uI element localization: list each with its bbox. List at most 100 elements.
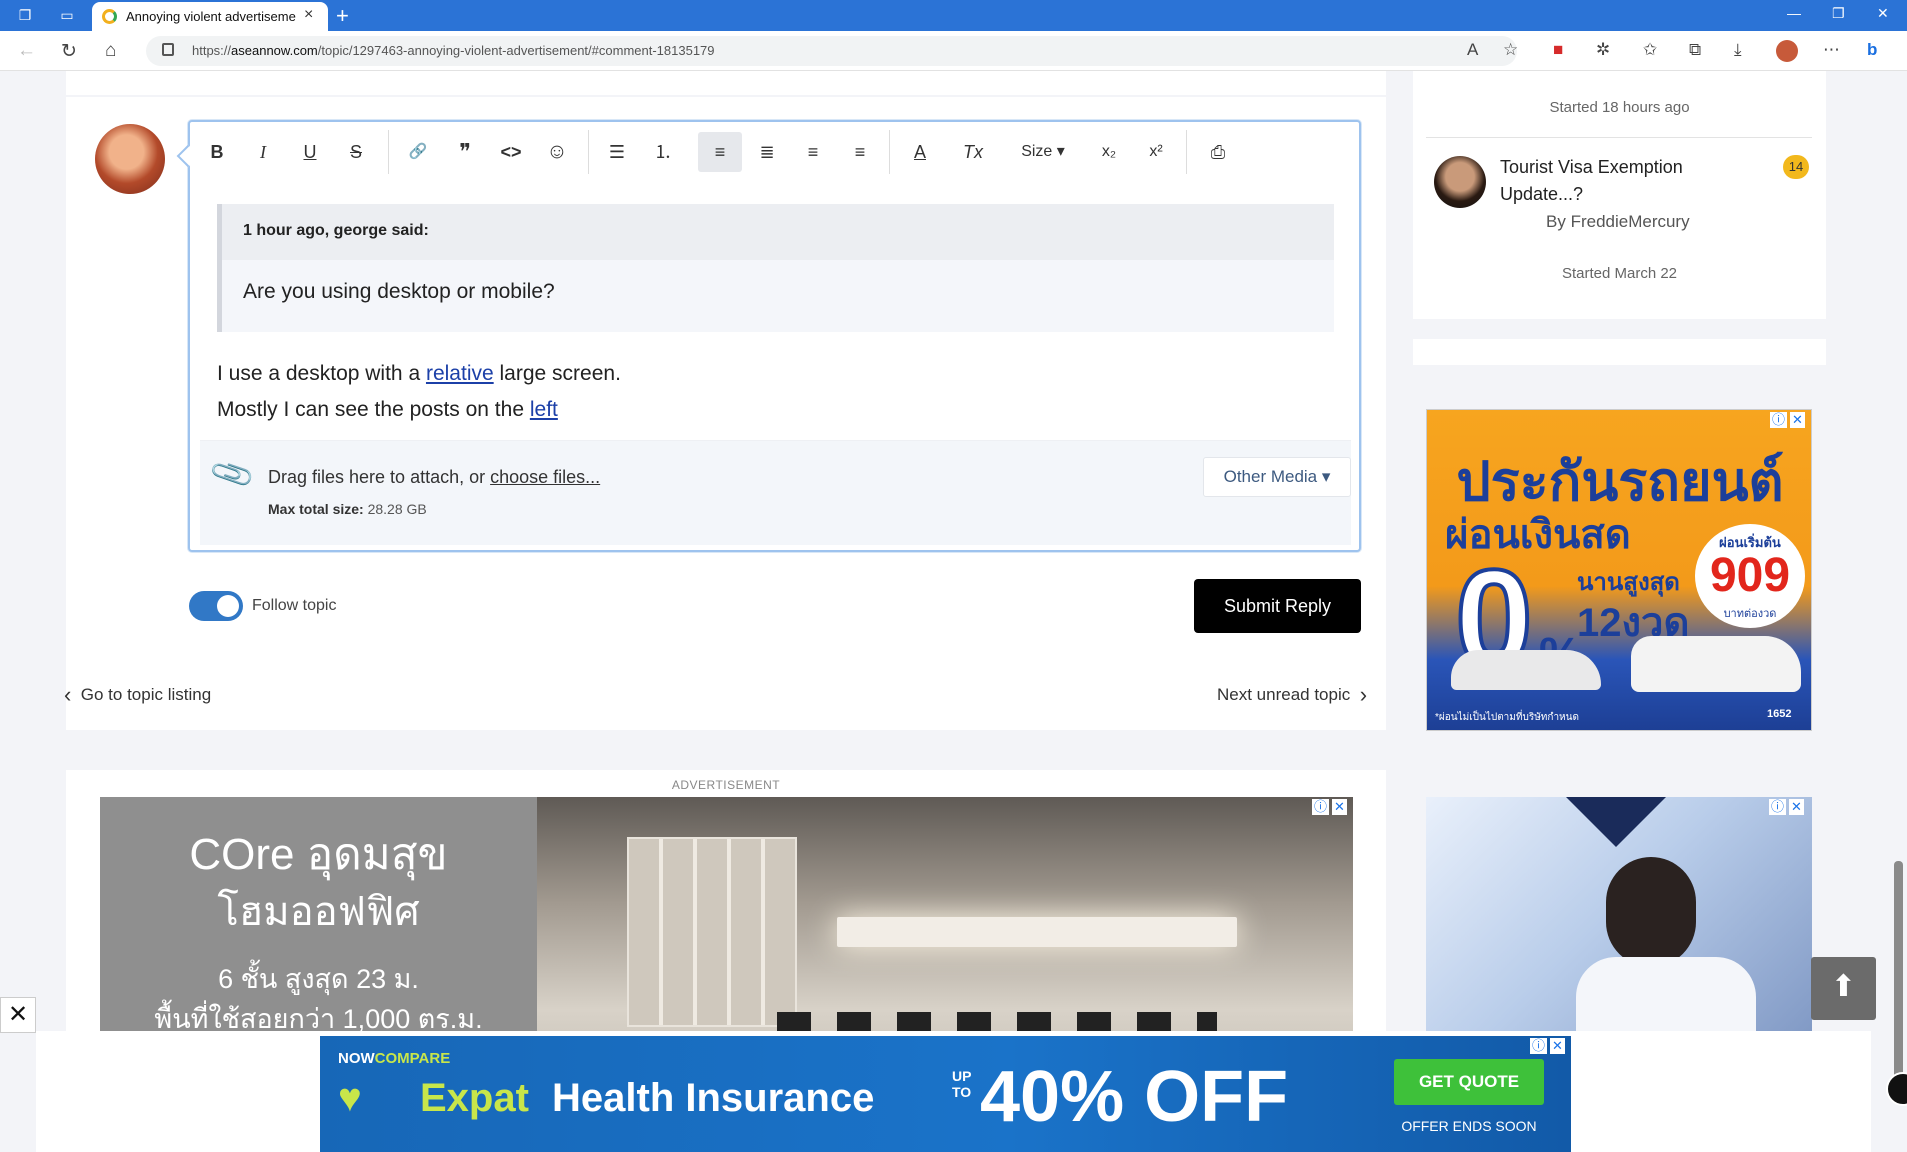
advertisement-label: ADVERTISEMENT [671, 778, 781, 792]
link-icon[interactable]: 🔗 [396, 132, 440, 172]
quote-author: 1 hour ago, george said: [243, 222, 429, 239]
url-text: https://aseannow.com/topic/1297463-annoy… [192, 43, 715, 58]
follow-topic-label: Follow topic [252, 597, 337, 614]
car-pickup-shape [1631, 636, 1801, 692]
ad-info-icon[interactable]: ⓘ [1530, 1038, 1548, 1054]
font-size-dropdown[interactable]: Size ▾ [1013, 132, 1073, 172]
profile-avatar-icon[interactable] [1776, 40, 1798, 62]
attachment-area[interactable]: 📎 Drag files here to attach, or choose f… [200, 440, 1351, 545]
insurance-ad-per: บาทต่องวด [1723, 608, 1777, 620]
clear-format-icon[interactable]: Tx [951, 132, 995, 172]
text-color-icon[interactable]: A [898, 132, 942, 172]
back-icon[interactable]: ← [17, 40, 36, 62]
close-window-icon[interactable]: ✕ [1877, 5, 1889, 22]
read-aloud-icon[interactable]: A [1467, 40, 1478, 60]
strikethrough-button[interactable]: S [334, 132, 378, 172]
sticky-ad-discount: 40% OFF [980, 1057, 1289, 1137]
code-icon[interactable]: <> [489, 132, 533, 172]
bing-copilot-icon[interactable]: b [1867, 40, 1877, 60]
refresh-icon[interactable]: ↻ [61, 40, 77, 63]
lab-ad-chevron-shape [1566, 797, 1666, 847]
office-ad-line-3: 6 ชั้น สูงสุด 23 ม. [218, 964, 419, 994]
quoted-post: 1 hour ago, george said: Are you using d… [217, 204, 1334, 332]
subscript-icon[interactable]: x₂ [1087, 132, 1131, 172]
extensions-icon[interactable]: ✲ [1596, 40, 1610, 60]
ad-close-icon[interactable]: ✕ [1332, 799, 1347, 815]
ad-info-icon[interactable]: ⓘ [1769, 799, 1787, 815]
quote-header: 1 hour ago, george said: [222, 204, 1334, 260]
tab-title: Annoying violent advertisement [126, 9, 296, 24]
extension-red-icon[interactable]: ■ [1553, 40, 1563, 60]
italic-button[interactable]: I [241, 132, 285, 172]
get-quote-button[interactable]: GET QUOTE [1394, 1059, 1544, 1105]
editor-text-line-2[interactable]: Mostly I can see the posts on the left [217, 398, 558, 422]
quote-text: Are you using desktop or mobile? [243, 280, 555, 303]
address-bar-row: ← ↻ ⌂ https://aseannow.com/topic/1297463… [0, 31, 1907, 71]
follow-topic-toggle[interactable] [189, 591, 243, 621]
sidebar-divider [1426, 137, 1812, 138]
heart-pulse-icon: ♥ [338, 1076, 362, 1120]
quote-icon[interactable]: ❞ [443, 132, 487, 172]
superscript-icon[interactable]: x² [1134, 132, 1178, 172]
preview-icon[interactable]: ⎙ [1196, 132, 1240, 172]
insurance-ad-price: 909 [1709, 549, 1791, 602]
emoji-icon[interactable]: ☺ [535, 132, 579, 172]
browser-tab-active[interactable]: Annoying violent advertisement × [92, 2, 328, 31]
toolbar-divider [889, 130, 890, 174]
next-unread-topic-link[interactable]: Next unread topic › [1217, 682, 1367, 708]
topic-author-link[interactable]: FreddieMercury [1571, 212, 1690, 231]
url-field[interactable]: https://aseannow.com/topic/1297463-annoy… [146, 36, 1517, 66]
restore-icon[interactable]: ❐ [1832, 5, 1845, 22]
toolbar-divider [588, 130, 589, 174]
favorite-add-icon[interactable]: ☆ [1503, 40, 1518, 60]
favorites-icon[interactable]: ✩ [1643, 40, 1657, 60]
ad-info-icon[interactable]: ⓘ [1770, 412, 1788, 428]
insurance-ad-phone: 1652 [1767, 708, 1792, 720]
insurance-ad-banner[interactable]: ประกันรถยนต์ ผ่อนเงินสด 0 % นานสูงสุด 12… [1426, 409, 1812, 731]
ad-info-icon[interactable]: ⓘ [1312, 799, 1330, 815]
scroll-to-top-button[interactable]: ⬆ [1811, 957, 1876, 1020]
lock-icon[interactable] [162, 43, 174, 56]
reply-editor[interactable]: B I U S 🔗 ❞ <> ☺ ☰ ⒈ ≡ ≣ ≡ ≡ A Tx Size ▾… [188, 120, 1361, 552]
page-content: B I U S 🔗 ❞ <> ☺ ☰ ⒈ ≡ ≣ ≡ ≡ A Tx Size ▾… [0, 71, 1907, 1152]
home-icon[interactable]: ⌂ [105, 40, 116, 62]
ad-close-icon[interactable]: ✕ [1789, 799, 1804, 815]
page-scrollbar-thumb[interactable] [1894, 861, 1903, 1081]
align-center-icon[interactable]: ≡ [791, 132, 835, 172]
attach-instructions: Drag files here to attach, or choose fil… [268, 467, 601, 487]
spellcheck-word[interactable]: relative [426, 362, 494, 385]
sticky-ad-close-icon[interactable]: ✕ [0, 997, 36, 1033]
bullet-list-icon[interactable]: ☰ [595, 132, 639, 172]
go-to-topic-listing-link[interactable]: ‹ Go to topic listing [64, 682, 211, 708]
sticky-ad-health: Health Insurance [552, 1076, 875, 1120]
ad-close-icon[interactable]: ✕ [1550, 1038, 1565, 1054]
submit-reply-button[interactable]: Submit Reply [1194, 579, 1361, 633]
align-justify-icon[interactable]: ≣ [745, 132, 789, 172]
other-media-button[interactable]: Other Media ▾ [1203, 457, 1351, 497]
more-options-icon[interactable]: ⋯ [1823, 40, 1840, 60]
collections-icon[interactable]: ⧉ [1689, 40, 1701, 60]
site-favicon-icon [102, 9, 117, 24]
editor-text-line-1[interactable]: I use a desktop with a relative large sc… [217, 362, 621, 386]
editor-toolbar: B I U S 🔗 ❞ <> ☺ ☰ ⒈ ≡ ≣ ≡ ≡ A Tx Size ▾… [190, 122, 1359, 182]
sidebar-topic-title[interactable]: Tourist Visa Exemption Update...? [1500, 154, 1730, 208]
topic-author-avatar[interactable] [1434, 156, 1486, 208]
minimize-icon[interactable]: — [1787, 5, 1801, 21]
arrow-up-icon: ⬆ [1830, 970, 1857, 1003]
downloads-icon[interactable]: ⤓ [1734, 40, 1742, 60]
workspaces-icon[interactable]: ❐ [16, 6, 34, 24]
underline-button[interactable]: U [288, 132, 332, 172]
align-left-icon[interactable]: ≡ [698, 132, 742, 172]
bold-button[interactable]: B [195, 132, 239, 172]
numbered-list-icon[interactable]: ⒈ [641, 132, 685, 172]
choose-files-link[interactable]: choose files... [490, 467, 600, 487]
ad-close-icon[interactable]: ✕ [1790, 412, 1805, 428]
tab-actions-icon[interactable]: ▭ [58, 6, 76, 24]
health-insurance-ad[interactable]: NOWCOMPARE ♥ Expat Health Insurance UP TO… [320, 1036, 1571, 1152]
new-tab-icon[interactable]: + [336, 3, 349, 29]
sticky-ad-ends: OFFER ENDS SOON [1401, 1118, 1537, 1134]
align-right-icon[interactable]: ≡ [838, 132, 882, 172]
spellcheck-word[interactable]: left [530, 398, 558, 421]
tab-close-icon[interactable]: × [304, 6, 313, 24]
toolbar-divider [1186, 130, 1187, 174]
